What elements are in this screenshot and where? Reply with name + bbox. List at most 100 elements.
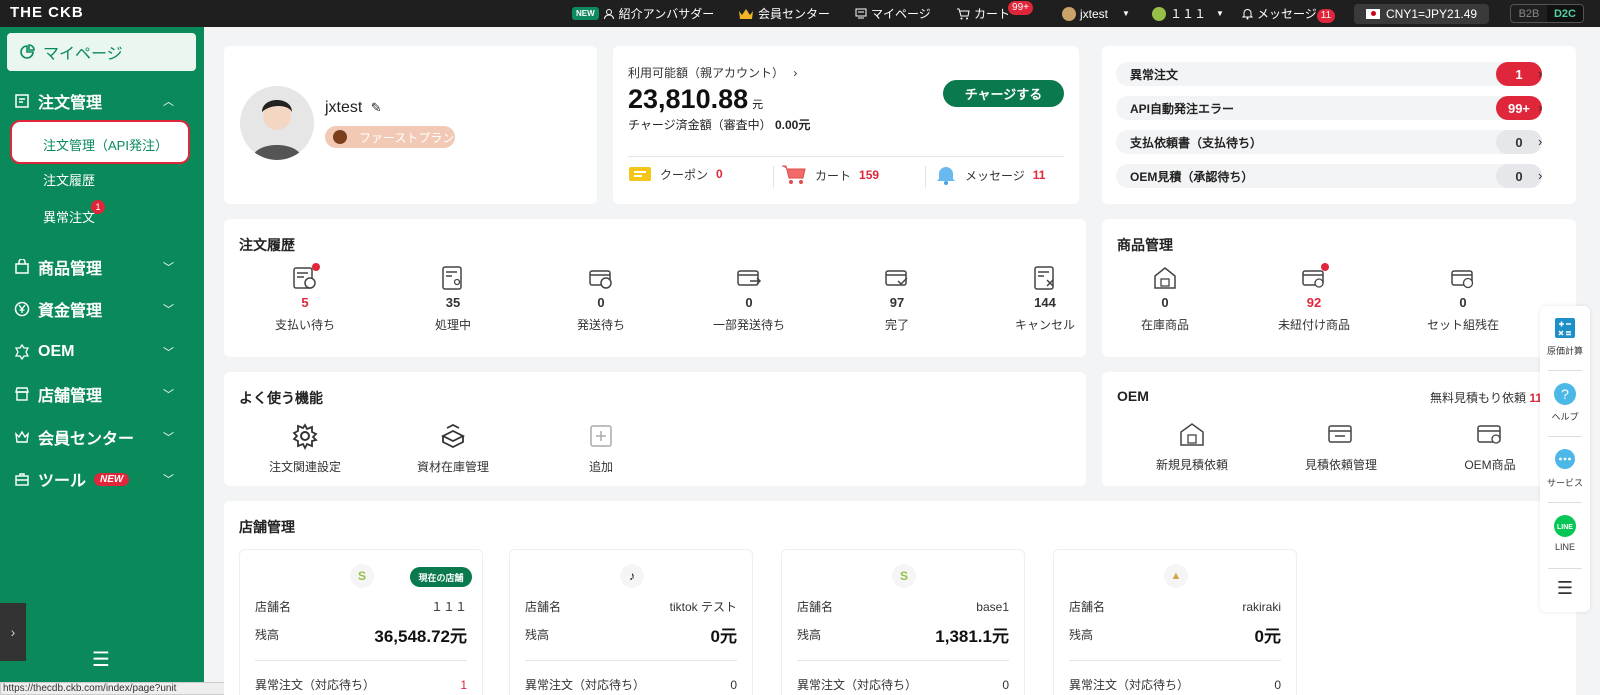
charge-button[interactable]: チャージする (943, 80, 1064, 107)
shop-card[interactable]: S 現在の店舗 店舗名 １１１ 残高 36,548.72元 異常注文（対応待ち）… (239, 549, 483, 695)
sidebar-item-member[interactable]: 会員センター ﹀ (0, 422, 204, 452)
func-material-stock[interactable]: 資材在庫管理 (398, 422, 508, 475)
float-service[interactable]: サービス (1540, 448, 1590, 489)
chevron-down-icon: ﹀ (163, 347, 174, 359)
oem-products[interactable]: OEM商品 (1435, 420, 1545, 473)
stat-unlinked-products[interactable]: 92 未紐付け商品 (1259, 263, 1369, 333)
shop-balance-row: 残高 0元 (1069, 622, 1281, 647)
divider (925, 166, 926, 188)
divider (628, 156, 1064, 157)
shop-abnormal-label: 異常注文（対応待ち） (255, 678, 376, 692)
func-order-settings[interactable]: 注文関連設定 (250, 422, 360, 475)
sidebar-item-funds[interactable]: 資金管理 ﹀ (0, 294, 204, 324)
coupon-link[interactable]: クーポン 0 (628, 164, 723, 184)
shop-name-label: 店舗名 (797, 600, 834, 614)
mypage-link[interactable]: マイページ (855, 0, 931, 27)
stat-processing[interactable]: 35 処理中 (398, 265, 508, 333)
shop-abnormal-row[interactable]: 異常注文（対応待ち） 0 (1069, 676, 1281, 693)
sidebar-item-oem[interactable]: OEM ﹀ (0, 337, 204, 367)
plan-badge: ファーストプラン (325, 126, 455, 148)
shop-abnormal-row[interactable]: 異常注文（対応待ち） 0 (525, 676, 737, 693)
stat-cancelled[interactable]: 144 キャンセル (990, 265, 1100, 333)
chevron-right-icon[interactable]: › (1538, 168, 1542, 183)
func-label: 注文関連設定 (268, 460, 341, 474)
alert-count: 99+ (1496, 96, 1542, 120)
side-expand-handle[interactable]: › (0, 603, 26, 661)
coupon-count: 0 (716, 167, 723, 181)
shop-balance-row: 残高 36,548.72元 (255, 622, 467, 647)
user-menu[interactable]: jxtest ▼ (1062, 0, 1130, 27)
alert-row[interactable]: API自動発注エラー 99+ (1116, 96, 1542, 120)
message-summary-link[interactable]: メッセージ 11 (935, 164, 1045, 186)
sidebar-item-orders-api[interactable]: 注文管理（API発注） (10, 120, 190, 164)
cart-label: カート (974, 7, 1011, 21)
shop-abnormal-row[interactable]: 異常注文（対応待ち） 1 (255, 676, 467, 693)
edit-icon[interactable]: ✎ (371, 100, 382, 115)
store-menu[interactable]: １１１ ▼ (1152, 0, 1224, 27)
sidebar-item-products[interactable]: 商品管理 ﹀ (0, 252, 204, 282)
chevron-right-icon[interactable]: › (1538, 66, 1542, 81)
logo[interactable]: THE CKB (10, 4, 84, 21)
collapse-menu-icon[interactable]: ☰ (92, 647, 110, 672)
shop-card[interactable]: ▲ 店舗名 rakiraki 残高 0元 異常注文（対応待ち） 0 (1053, 549, 1297, 695)
float-label: ヘルプ (1551, 412, 1579, 422)
sidebar-item-label: 資金管理 (38, 303, 103, 320)
chevron-right-icon[interactable]: › (1538, 100, 1542, 115)
card-title: 商品管理 (1117, 237, 1173, 253)
alert-row[interactable]: 支払依頼書（支払待ち） 0 (1116, 130, 1542, 154)
shop-card[interactable]: ♪ 店舗名 tiktok テスト 残高 0元 異常注文（対応待ち） 0 (509, 549, 753, 695)
sidebar-item-orders[interactable]: 注文管理 ︿ (0, 86, 204, 116)
stat-value: 92 (1306, 295, 1322, 310)
balance-label[interactable]: 利用可能額（親アカウント） › (628, 64, 797, 81)
stat-label: 完了 (884, 318, 909, 332)
float-help[interactable]: ? ヘルプ (1540, 382, 1590, 423)
sidebar-item-shops[interactable]: 店舗管理 ﹀ (0, 379, 204, 409)
stat-set-remaining[interactable]: 0 セット組残在 (1408, 265, 1518, 333)
float-cost-calc[interactable]: 原価計算 (1540, 316, 1590, 357)
divider (1548, 502, 1582, 503)
functions-card: よく使う機能 注文関連設定 資材在庫管理 追加 (224, 372, 1086, 486)
oem-new-quote[interactable]: 新規見積依頼 (1137, 420, 1247, 473)
sidebar-item-tools[interactable]: ツール NEW ﹀ (0, 464, 204, 494)
message-link[interactable]: メッセージ 11 (1242, 0, 1336, 27)
sidebar-item-mypage[interactable]: マイページ (7, 33, 196, 71)
chevron-right-icon[interactable]: › (1538, 134, 1542, 149)
sidebar-item-label: ツール (38, 473, 87, 490)
alert-row[interactable]: OEM見積（承認待ち） 0 (1116, 164, 1542, 188)
stat-partial-shipment[interactable]: 0 一部発送待ち (694, 265, 804, 333)
ambassador-link[interactable]: NEW 紹介アンバサダー (572, 0, 714, 27)
alert-label: API自動発注エラー (1130, 101, 1235, 116)
free-quote-link[interactable]: 無料見積もり依頼 11 (1430, 389, 1542, 406)
d2c-option[interactable]: D2C (1547, 5, 1583, 22)
calculator-icon (1553, 316, 1577, 340)
balance-unit: 元 (752, 99, 764, 111)
stat-awaiting-payment[interactable]: 5 支払い待ち (250, 263, 360, 333)
shop-abnormal-row[interactable]: 異常注文（対応待ち） 0 (797, 676, 1009, 693)
stat-stock-products[interactable]: 0 在庫商品 (1110, 265, 1220, 333)
b2b-option[interactable]: B2B (1511, 5, 1547, 22)
mode-switch[interactable]: B2B D2C (1510, 4, 1584, 23)
shop-card[interactable]: S 店舗名 base1 残高 1,381.1元 異常注文（対応待ち） 0 (781, 549, 1025, 695)
new-tag: NEW (94, 472, 130, 486)
float-line[interactable]: LINE LINE (1540, 514, 1590, 552)
stat-label: 一部発送待ち (712, 318, 785, 332)
func-label: OEM商品 (1464, 458, 1516, 472)
stat-value: 0 (1459, 295, 1467, 310)
profile-card: jxtest ✎ ファーストプラン (224, 46, 597, 204)
coupon-label: クーポン (660, 167, 709, 182)
func-add[interactable]: 追加 (546, 422, 656, 475)
float-collapse[interactable]: ☰ (1540, 578, 1590, 599)
sidebar-item-order-history[interactable]: 注文履歴 (43, 170, 95, 189)
shop-name: １１１ (430, 600, 467, 614)
alert-row[interactable]: 異常注文 1 (1116, 62, 1542, 86)
rakiraki-icon: ▲ (1164, 564, 1188, 588)
cart-summary-link[interactable]: カート 159 (781, 164, 879, 186)
avatar[interactable] (240, 86, 314, 160)
monitor-icon (855, 8, 867, 19)
stat-completed[interactable]: 97 完了 (842, 265, 952, 333)
sidebar-item-abnormal[interactable]: 異常注文 1 (43, 200, 105, 226)
oem-quote-mgmt[interactable]: 見積依頼管理 (1286, 420, 1396, 473)
member-center-link[interactable]: 会員センター (738, 0, 830, 27)
cart-link[interactable]: カート 99+ (956, 0, 1033, 27)
stat-awaiting-shipment[interactable]: 0 発送待ち (546, 265, 656, 333)
